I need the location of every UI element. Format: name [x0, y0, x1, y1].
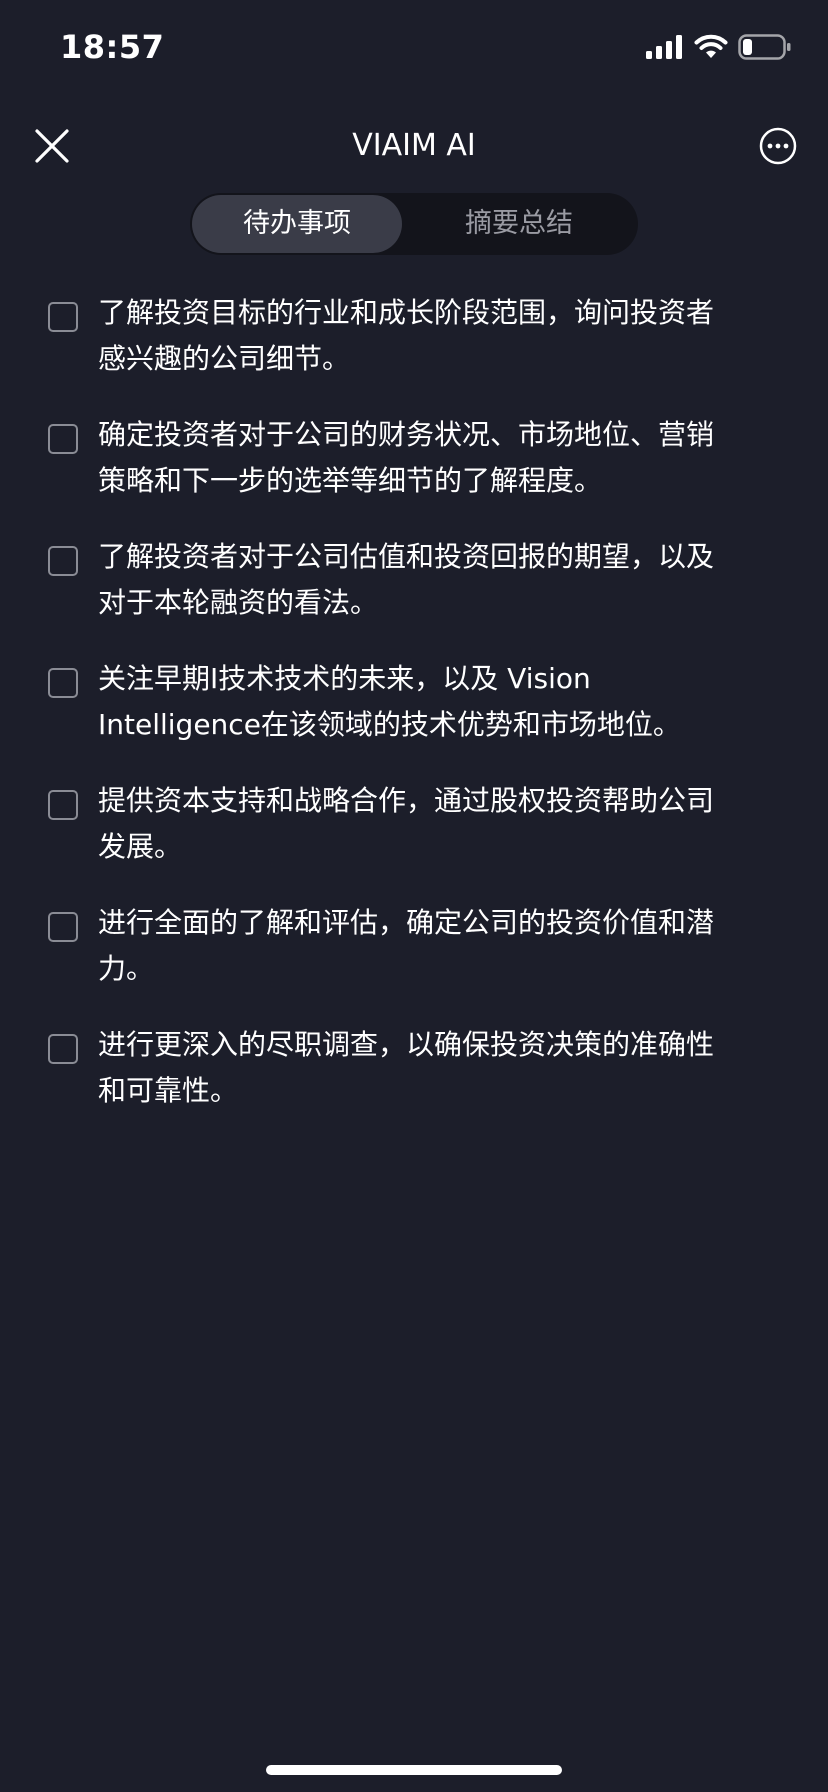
todo-text-line2: 对于本轮融资的看法。	[98, 586, 379, 619]
todo-text-line1: 进行全面的了解和评估，确定公司的投资价值和潜	[98, 906, 715, 939]
todo-text-line2: 和可靠性。	[98, 1074, 239, 1107]
more-icon	[759, 127, 797, 165]
todo-text-line1: 确定投资者对于公司的财务状况、市场地位、营销	[98, 418, 715, 451]
segmented-tabs: 待办事项 摘要总结	[190, 193, 638, 255]
signal-icon	[646, 35, 682, 59]
todo-checkbox[interactable]	[48, 912, 78, 942]
todo-checkbox[interactable]	[48, 790, 78, 820]
todo-checkbox[interactable]	[48, 1034, 78, 1064]
todo-text-line1: 了解投资者对于公司估值和投资回报的期望，以及	[98, 540, 715, 573]
todo-text-line1: 进行更深入的尽职调查，以确保投资决策的准确性	[98, 1028, 715, 1061]
todo-checkbox[interactable]	[48, 546, 78, 576]
todo-text-line2: Intelligence在该领域的技术优势和市场地位。	[98, 708, 681, 741]
todo-text-line2: 力。	[98, 952, 155, 985]
status-bar: 18:57	[0, 0, 828, 100]
todo-text-line1: 提供资本支持和战略合作，通过股权投资帮助公司	[98, 784, 715, 817]
todo-text-line2: 发展。	[98, 830, 183, 863]
todo-checkbox[interactable]	[48, 302, 78, 332]
wifi-icon	[694, 34, 728, 58]
todo-checkbox[interactable]	[48, 668, 78, 698]
status-icons	[646, 34, 792, 60]
todo-text-line1: 关注早期I技术技术的未来，以及 Vision	[98, 662, 591, 695]
nav-bar: VIAIM AI	[0, 110, 828, 180]
tab-summary[interactable]: 摘要总结	[402, 195, 636, 253]
home-indicator[interactable]	[266, 1765, 562, 1775]
tab-todo[interactable]: 待办事项	[192, 195, 402, 253]
status-time: 18:57	[60, 28, 165, 66]
battery-icon	[738, 34, 791, 60]
todo-text-line2: 策略和下一步的选举等细节的了解程度。	[98, 464, 603, 497]
todo-checkbox[interactable]	[48, 424, 78, 454]
todo-text-line2: 感兴趣的公司细节。	[98, 342, 351, 375]
more-button[interactable]	[758, 126, 798, 166]
page-title: VIAIM AI	[352, 128, 476, 163]
todo-text-line1: 了解投资目标的行业和成长阶段范围，询问投资者	[98, 296, 715, 329]
